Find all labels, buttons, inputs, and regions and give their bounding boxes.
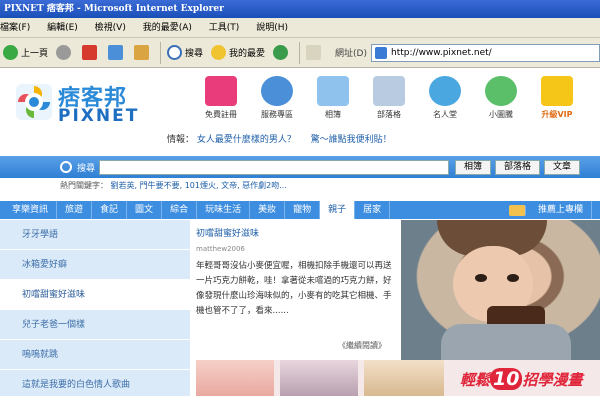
back-button[interactable]: 上一頁 <box>0 42 51 64</box>
nav-general[interactable]: 綜合 <box>162 201 198 219</box>
menu-favorites[interactable]: 我的最愛(A) <box>143 23 192 33</box>
menu-view[interactable]: 檢視(V) <box>95 23 126 33</box>
media-button[interactable] <box>270 42 294 64</box>
nav-home[interactable]: 居家 <box>355 201 391 219</box>
recommend-button[interactable]: 推薦上專欄 <box>501 201 600 219</box>
sidebar-item[interactable]: 嗚嗚就跳 <box>0 340 190 370</box>
menu-bar: 檔案(F) 編輯(E) 檢視(V) 我的最愛(A) 工具(T) 說明(H) <box>0 18 600 38</box>
search-icon <box>60 161 72 173</box>
stop-icon <box>82 45 98 60</box>
sidebar-item-active[interactable]: 初嚐甜蜜好滋味 <box>0 280 190 310</box>
address-value: http://www.pixnet.net/ <box>391 47 492 58</box>
comic-thumb[interactable] <box>280 360 358 396</box>
nav-lifestyle[interactable]: 玩味生活 <box>197 201 251 219</box>
back-arrow-icon <box>3 45 18 60</box>
hall-of-fame-link[interactable]: 名人堂 <box>420 76 470 120</box>
favorites-button[interactable]: 我的最愛 <box>208 42 268 64</box>
news-link-2[interactable]: 驚～誰點我便利貼！ <box>311 135 392 145</box>
logo-en: PIXNET <box>58 106 140 126</box>
album-link[interactable]: 相簿 <box>308 76 358 120</box>
register-icon <box>205 76 237 106</box>
address-label: 網址(D) <box>335 49 367 59</box>
free-register-link[interactable]: 免費註冊 <box>196 76 246 120</box>
mail-button[interactable] <box>303 42 327 64</box>
forward-arrow-icon <box>56 45 72 60</box>
article-author[interactable]: matthew2006 <box>196 245 396 253</box>
phone-icon <box>261 76 293 106</box>
forward-button[interactable] <box>53 42 77 64</box>
comic-thumb[interactable] <box>196 360 274 396</box>
search-label: 搜尋 <box>77 163 96 174</box>
menu-edit[interactable]: 編輯(E) <box>47 23 78 33</box>
search-icon <box>167 45 183 60</box>
toolbar-divider <box>299 41 301 64</box>
home-button[interactable] <box>131 42 155 64</box>
sidebar-item[interactable]: 牙牙學語 <box>0 220 190 250</box>
star-icon <box>211 45 227 60</box>
photo-eye <box>475 274 487 282</box>
search-button[interactable]: 搜尋 <box>164 42 206 64</box>
address-bar[interactable]: http://www.pixnet.net/ <box>371 43 600 62</box>
hot-keywords: 熱門關鍵字： 劉若英, 門牛要不要, 101煙火, 文帝, 惡作劇2吻... <box>60 181 287 190</box>
site-search-bar: 搜尋 相簿 部落格 文章 <box>0 156 600 178</box>
menu-file[interactable]: 檔案(F) <box>0 23 30 33</box>
media-icon <box>273 45 289 60</box>
nav-enjoy[interactable]: 享樂資訊 <box>0 201 58 219</box>
stop-button[interactable] <box>79 42 103 64</box>
search-album-button[interactable]: 相簿 <box>455 159 492 175</box>
webpage: 痞客邦 PIXNET 免費註冊 服務專區 相簿 部落格 名人堂 小圖騰 升級VI… <box>0 70 600 400</box>
nav-travel[interactable]: 旅遊 <box>57 201 93 219</box>
totem-link[interactable]: 小圖騰 <box>476 76 526 120</box>
comic-thumb[interactable] <box>364 360 444 396</box>
nav-illustration[interactable]: 圖文 <box>127 201 163 219</box>
nav-food[interactable]: 食記 <box>92 201 128 219</box>
search-article-button[interactable]: 文章 <box>544 159 581 175</box>
service-area-link[interactable]: 服務專區 <box>252 76 302 120</box>
upgrade-vip-link[interactable]: 升級VIP <box>532 76 582 120</box>
sidebar-item[interactable]: 冰箱愛好癖 <box>0 250 190 280</box>
blog-icon <box>373 76 405 106</box>
refresh-button[interactable] <box>105 42 129 64</box>
mail-icon <box>306 45 322 60</box>
toolbar-divider <box>160 41 162 64</box>
window-title: PIXNET 痞客邦 - Microsoft Internet Explorer <box>0 0 600 18</box>
blog-link[interactable]: 部落格 <box>364 76 414 120</box>
nav-beauty[interactable]: 美妝 <box>250 201 286 219</box>
sidebar-item[interactable]: 兒子老爸一個樣 <box>0 310 190 340</box>
nav-parenting[interactable]: 親子 <box>320 201 356 219</box>
thumbs-up-icon <box>508 204 526 216</box>
article-title[interactable]: 初嚐甜蜜好滋味 <box>196 226 396 239</box>
pixnet-logo[interactable]: 痞客邦 PIXNET <box>14 80 144 126</box>
photo-eye <box>507 274 519 282</box>
read-more-link[interactable]: 《繼續閱讀》 <box>338 340 386 351</box>
hot-keyword-links[interactable]: 劉若英, 門牛要不要, 101煙火, 文帝, 惡作劇2吻... <box>111 181 287 190</box>
star-icon <box>429 76 461 106</box>
sidebar: 牙牙學語 冰箱愛好癖 初嚐甜蜜好滋味 兒子老爸一個樣 嗚嗚就跳 這就是我要的白色… <box>0 220 190 400</box>
menu-help[interactable]: 說明(H) <box>256 23 288 33</box>
refresh-icon <box>108 45 124 60</box>
toolbar: 上一頁 搜尋 我的最愛 網址(D) http://www.pixnet.net/ <box>0 38 600 68</box>
totem-icon <box>485 76 517 106</box>
category-nav: 享樂資訊 旅遊 食記 圖文 綜合 玩味生活 美妝 寵物 親子 居家 推薦上專欄 <box>0 201 600 219</box>
album-icon <box>317 76 349 106</box>
photo-shirt <box>441 324 571 361</box>
article-body: 年輕哥哥沒佔小麥便宜喔，相機扣除手機還可以再送一片巧克力餅乾，哇！拿著從未嚐過的… <box>196 261 392 316</box>
page-icon <box>375 46 387 59</box>
news-ticker: 情報： 女人最愛什麼樣的男人？ 驚～誰點我便利貼！ <box>167 135 392 145</box>
home-icon <box>134 45 150 60</box>
service-icons: 免費註冊 服務專區 相簿 部落格 名人堂 小圖騰 升級VIP <box>196 76 600 126</box>
site-search-input[interactable] <box>99 159 450 175</box>
logo-pinwheel-icon <box>16 84 52 120</box>
crown-icon <box>541 76 573 106</box>
search-blog-button[interactable]: 部落格 <box>495 159 541 175</box>
article-photo[interactable] <box>401 220 600 361</box>
news-link-1[interactable]: 女人最愛什麼樣的男人？ <box>197 135 296 145</box>
nav-pets[interactable]: 寵物 <box>285 201 321 219</box>
comic-promo-banner[interactable]: 輕鬆 10 招學漫畫 <box>460 368 582 390</box>
menu-tools[interactable]: 工具(T) <box>209 23 240 33</box>
